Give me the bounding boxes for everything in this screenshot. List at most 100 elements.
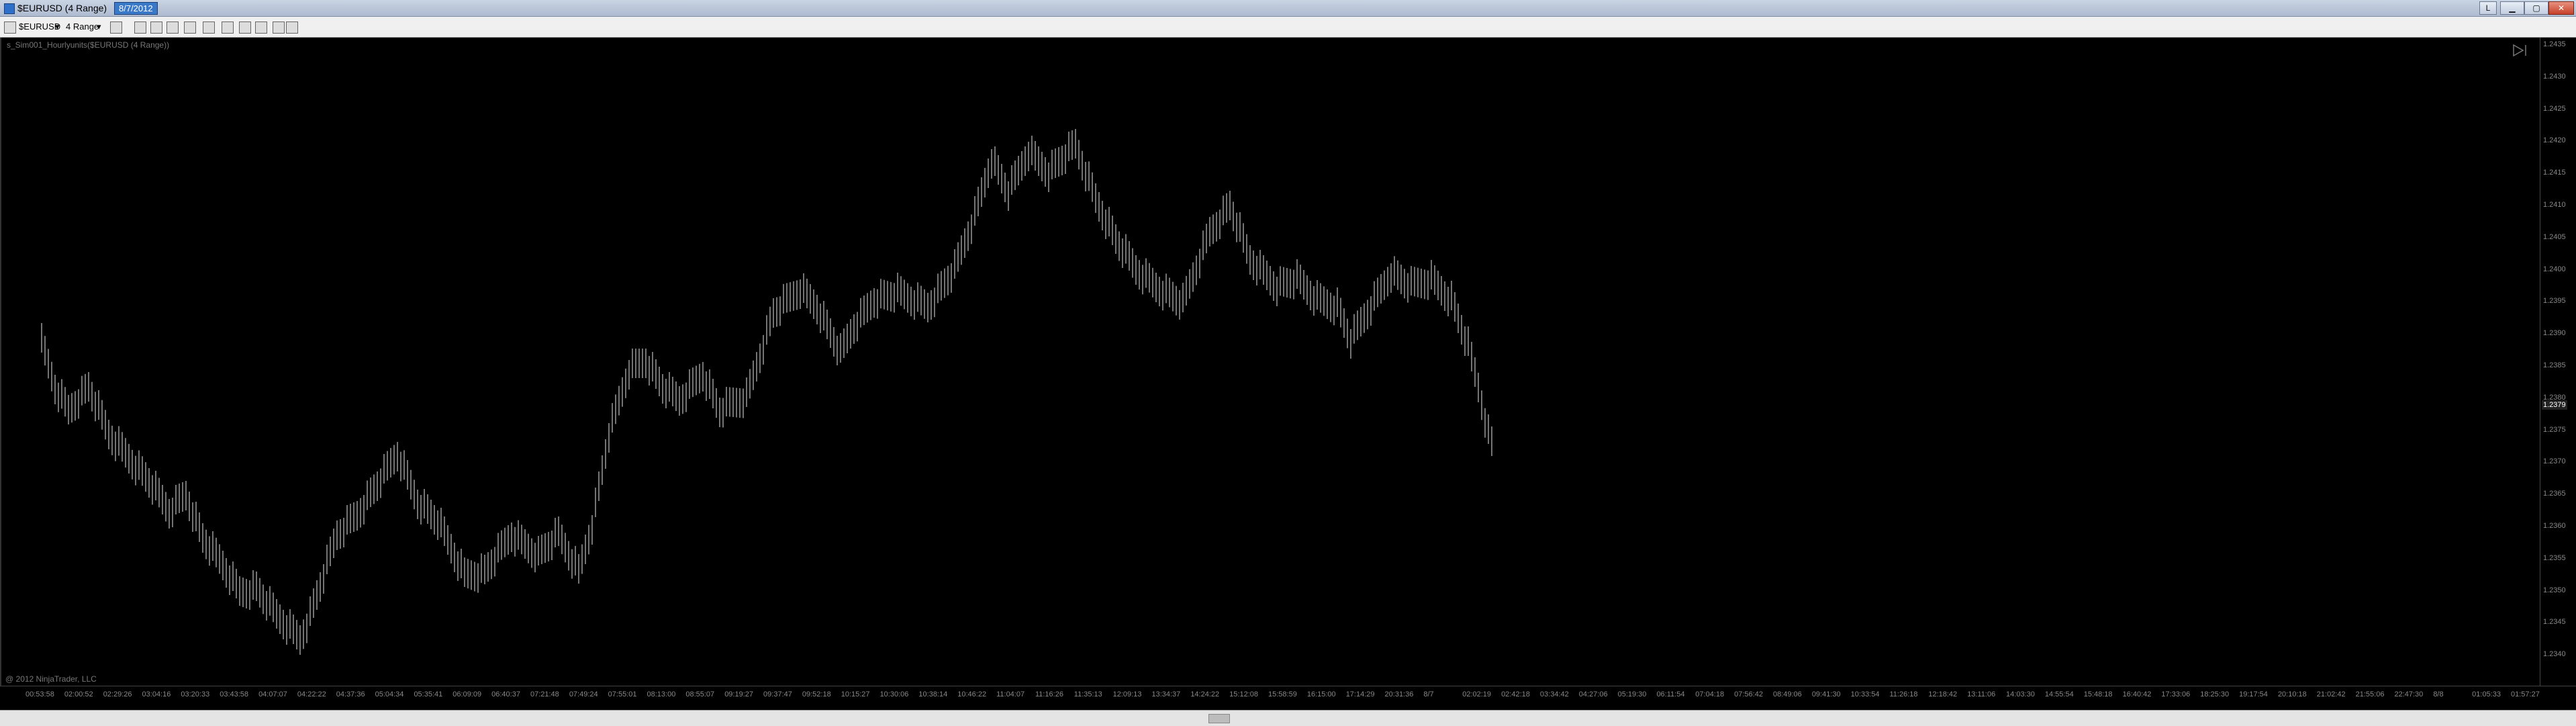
time-tick-label: 00:53:58 bbox=[26, 690, 54, 698]
time-tick-label: 06:11:54 bbox=[1656, 690, 1685, 698]
crosshair-icon[interactable] bbox=[184, 21, 196, 34]
time-tick-label: 04:22:22 bbox=[297, 690, 326, 698]
price-tick-label: 1.2345 bbox=[2543, 618, 2566, 627]
time-tick-label: 11:16:26 bbox=[1035, 690, 1063, 698]
time-tick-label: 16:15:00 bbox=[1306, 690, 1336, 698]
time-tick-label: 14:03:30 bbox=[2006, 690, 2035, 698]
close-button[interactable]: ✕ bbox=[2548, 1, 2574, 15]
data-box-icon[interactable] bbox=[286, 21, 298, 34]
price-tick-label: 1.2355 bbox=[2543, 553, 2566, 562]
close-icon: ✕ bbox=[2557, 3, 2565, 13]
time-tick-label: 05:04:34 bbox=[375, 690, 404, 698]
time-tick-label: 06:40:37 bbox=[491, 690, 520, 698]
time-tick-label: 03:43:58 bbox=[220, 690, 249, 698]
chart-app-icon bbox=[4, 3, 15, 14]
time-tick-label: 10:46:22 bbox=[957, 690, 987, 698]
price-tick-label: 1.2430 bbox=[2543, 72, 2566, 81]
time-tick-label: 20:31:36 bbox=[1384, 690, 1414, 698]
maximize-button[interactable]: ▢ bbox=[2524, 1, 2548, 15]
time-tick-label: 8/8 bbox=[2433, 690, 2444, 698]
time-tick-label: 06:09:09 bbox=[452, 690, 482, 698]
time-tick-label: 08:49:06 bbox=[1772, 690, 1802, 698]
pencil-icon[interactable] bbox=[150, 21, 162, 34]
current-price-label: 1.2379 bbox=[2542, 400, 2567, 410]
horizontal-scrollbar[interactable] bbox=[0, 710, 2576, 726]
properties-icon[interactable] bbox=[255, 21, 267, 34]
time-tick-label: 09:52:18 bbox=[802, 690, 831, 698]
time-tick-label: 15:58:59 bbox=[1268, 690, 1297, 698]
period-dropdown-icon[interactable]: ▾ bbox=[97, 20, 101, 34]
price-tick-label: 1.2425 bbox=[2543, 104, 2566, 113]
price-tick-label: 1.2415 bbox=[2543, 169, 2566, 177]
period-selector[interactable]: 4 Range bbox=[66, 20, 99, 34]
time-tick-label: 02:00:52 bbox=[64, 690, 93, 698]
time-tick-label: 07:04:18 bbox=[1695, 690, 1725, 698]
price-tick-label: 1.2385 bbox=[2543, 361, 2566, 369]
instrument-dropdown-icon[interactable]: ▾ bbox=[55, 20, 60, 34]
time-tick-label: 02:29:26 bbox=[103, 690, 132, 698]
time-tick-label: 09:37:47 bbox=[763, 690, 792, 698]
time-tick-label: 07:56:42 bbox=[1734, 690, 1763, 698]
chart-label: s_Sim001_Hourlyunits($EURUSD (4 Range)) bbox=[7, 40, 170, 50]
price-axis[interactable]: 1.2435 1.2430 1.2425 1.2420 1.2415 1.2410 1.24… bbox=[2540, 38, 2576, 686]
price-tick-label: 1.2395 bbox=[2543, 297, 2566, 306]
time-tick-label: 15:12:08 bbox=[1229, 690, 1258, 698]
title-bar: $EURUSD (4 Range) 8/7/2012 L ▁ ▢ ✕ bbox=[0, 0, 2576, 17]
window-title: $EURUSD (4 Range) bbox=[17, 3, 107, 13]
drawing-tool-icon[interactable] bbox=[134, 21, 146, 34]
instrument-icon bbox=[4, 21, 16, 34]
price-tick-label: 1.2365 bbox=[2543, 490, 2566, 498]
time-tick-label: 01:57:27 bbox=[2511, 690, 2540, 698]
time-tick-label: 12:09:13 bbox=[1112, 690, 1142, 698]
line-tool-icon[interactable] bbox=[166, 21, 179, 34]
time-tick-label: 19:17:54 bbox=[2239, 690, 2268, 698]
time-tick-label: 11:35:13 bbox=[1074, 690, 1102, 698]
time-tick-label: 8/7 bbox=[1423, 690, 1434, 698]
time-tick-label: 05:35:41 bbox=[414, 690, 443, 698]
bar-type-icon[interactable] bbox=[110, 21, 122, 34]
time-tick-label: 07:21:48 bbox=[530, 690, 559, 698]
time-tick-label: 15:48:18 bbox=[2083, 690, 2113, 698]
time-tick-label: 03:20:33 bbox=[181, 690, 210, 698]
time-tick-label: 05:19:30 bbox=[1617, 690, 1647, 698]
time-tick-label: 04:37:36 bbox=[336, 690, 365, 698]
price-chart-area[interactable] bbox=[0, 38, 2541, 686]
time-tick-label: 18:25:30 bbox=[2200, 690, 2230, 698]
minimize-button[interactable]: ▁ bbox=[2500, 1, 2524, 15]
instrument-selector[interactable]: $EURUSD bbox=[19, 20, 60, 34]
price-tick-label: 1.2350 bbox=[2543, 586, 2566, 594]
time-tick-label: 14:24:22 bbox=[1190, 690, 1220, 698]
maximize-icon: ▢ bbox=[2532, 3, 2540, 13]
price-tick-label: 1.2400 bbox=[2543, 265, 2566, 273]
price-tick-label: 1.2410 bbox=[2543, 201, 2566, 209]
zoom-icon[interactable] bbox=[203, 21, 215, 34]
time-tick-label: 02:42:18 bbox=[1501, 690, 1530, 698]
time-tick-label: 21:02:42 bbox=[2316, 690, 2346, 698]
price-tick-label: 1.2390 bbox=[2543, 329, 2566, 338]
time-axis[interactable]: 00:53:58 02:00:52 02:29:26 03:04:16 03:20:33… bbox=[0, 686, 2576, 711]
time-tick-label: 10:30:06 bbox=[879, 690, 909, 698]
time-tick-label: 17:33:06 bbox=[2161, 690, 2191, 698]
chart-trader-icon[interactable] bbox=[273, 21, 285, 34]
price-tick-label: 1.2360 bbox=[2543, 522, 2566, 530]
price-tick-label: 1.2405 bbox=[2543, 232, 2566, 241]
time-tick-label: 10:15:27 bbox=[841, 690, 870, 698]
chart-toolbar: $EURUSD ▾ 4 Range ▾ bbox=[0, 17, 2576, 38]
time-tick-label: 07:55:01 bbox=[608, 690, 637, 698]
scroll-thumb[interactable] bbox=[1208, 714, 1230, 723]
time-tick-label: 11:04:07 bbox=[996, 690, 1025, 698]
time-tick-label: 13:11:06 bbox=[1967, 690, 1996, 698]
time-tick-label: 01:05:33 bbox=[2472, 690, 2501, 698]
l-button[interactable]: L bbox=[2479, 1, 2497, 15]
time-tick-label: 10:33:54 bbox=[1850, 690, 1880, 698]
time-tick-label: 21:55:06 bbox=[2355, 690, 2385, 698]
indicators-icon[interactable] bbox=[222, 21, 234, 34]
price-tick-label: 1.2435 bbox=[2543, 40, 2566, 48]
chart-trader-toggle-icon[interactable] bbox=[2511, 43, 2530, 58]
time-tick-label: 13:34:37 bbox=[1151, 690, 1181, 698]
time-tick-label: 03:34:42 bbox=[1539, 690, 1569, 698]
time-tick-label: 17:14:29 bbox=[1345, 690, 1375, 698]
copyright-text: @ 2012 NinjaTrader, LLC bbox=[5, 674, 97, 684]
strategies-icon[interactable] bbox=[239, 21, 251, 34]
time-tick-label: 08:55:07 bbox=[685, 690, 715, 698]
